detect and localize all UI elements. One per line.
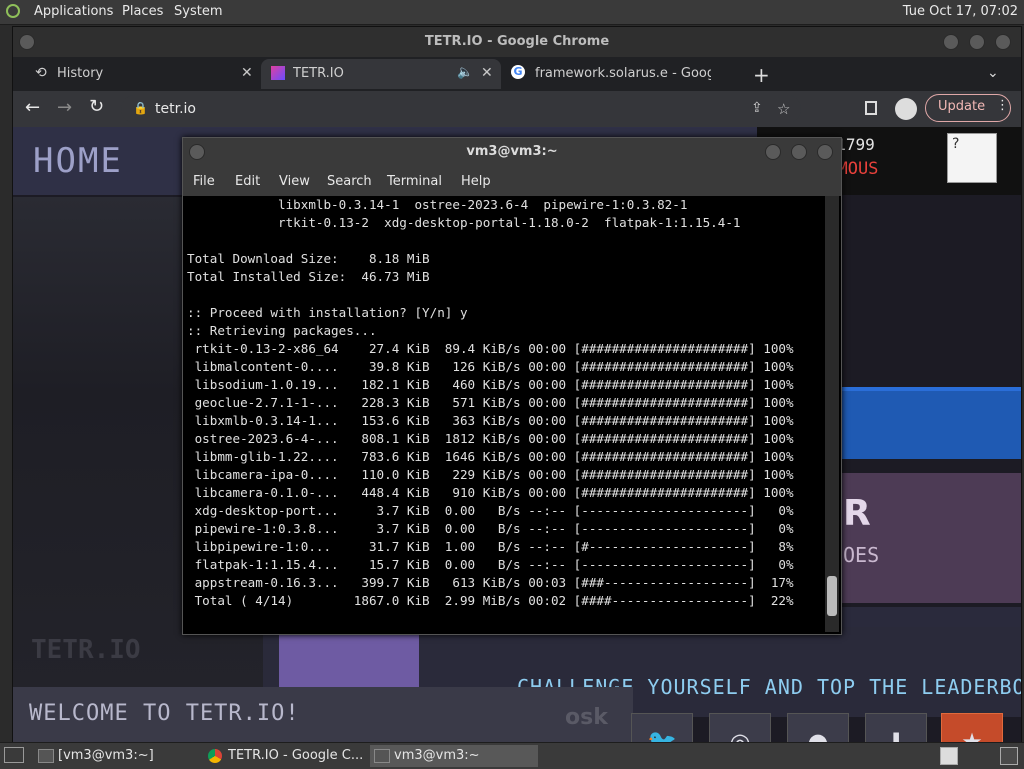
star-button[interactable]: ★ bbox=[941, 713, 1003, 743]
forward-arrow-icon[interactable]: → bbox=[57, 97, 72, 118]
avatar[interactable]: ? bbox=[947, 133, 997, 183]
welcome-text: WELCOME TO TETR.IO! bbox=[29, 701, 300, 726]
terminal-output[interactable]: libxmlb-0.3.14-1 ostree-2023.6-4 pipewir… bbox=[185, 196, 823, 632]
tetrio-logo: TETR.IO bbox=[31, 635, 141, 665]
back-arrow-icon[interactable]: ← bbox=[25, 97, 40, 118]
omnibox[interactable]: 🔒 tetr.io ☆ ⇪ bbox=[121, 95, 801, 123]
tile-text: OES bbox=[843, 543, 880, 567]
reload-icon[interactable]: ↻ bbox=[89, 96, 104, 117]
tab-label: TETR.IO bbox=[293, 66, 344, 81]
tab-framework[interactable]: G framework.solarus.e - Google bbox=[503, 59, 743, 89]
share-icon[interactable]: ⇪ bbox=[751, 100, 763, 116]
system-menu[interactable]: System bbox=[174, 4, 222, 19]
terminal-text: libxmlb-0.3.14-1 ostree-2023.6-4 pipewir… bbox=[187, 197, 794, 608]
minimize-button[interactable] bbox=[765, 144, 781, 160]
close-window-button[interactable] bbox=[817, 144, 833, 160]
bottom-taskbar: [vm3@vm3:~] TETR.IO - Google C... vm3@vm… bbox=[0, 742, 1024, 769]
task-label: [vm3@vm3:~] bbox=[58, 748, 154, 763]
welcome-bar: WELCOME TO TETR.IO! bbox=[13, 687, 633, 743]
new-tab-button[interactable]: + bbox=[753, 63, 770, 87]
menu-help[interactable]: Help bbox=[461, 174, 491, 189]
star-bookmark-icon[interactable]: ☆ bbox=[777, 100, 790, 118]
lock-icon[interactable]: 🔒 bbox=[133, 101, 148, 115]
more-menu-icon[interactable]: ⋮ bbox=[996, 98, 1009, 113]
tab-tetrio[interactable]: TETR.IO 🔈 ✕ bbox=[261, 59, 501, 89]
task-label: TETR.IO - Google C... bbox=[228, 748, 364, 763]
profile-avatar-icon[interactable] bbox=[895, 98, 917, 120]
solo-logo-shape bbox=[279, 627, 419, 687]
star-icon: ★ bbox=[961, 728, 983, 743]
chrome-toolbar: ← → ↻ 🔒 tetr.io ☆ ⇪ Update ⋮ bbox=[13, 91, 1021, 127]
download-button[interactable]: ⬇ bbox=[865, 713, 927, 743]
clock[interactable]: Tue Oct 17, 07:02 bbox=[903, 4, 1018, 19]
tab-label: framework.solarus.e - Google bbox=[535, 66, 711, 81]
menu-edit[interactable]: Edit bbox=[235, 174, 260, 189]
tab-label: History bbox=[57, 66, 104, 81]
top-panel: Applications Places System Tue Oct 17, 0… bbox=[0, 0, 1024, 25]
side-panel-icon[interactable] bbox=[865, 101, 877, 115]
places-menu[interactable]: Places bbox=[122, 4, 163, 19]
github-icon: ● bbox=[807, 728, 829, 743]
chrome-titlebar[interactable]: TETR.IO - Google Chrome bbox=[13, 27, 1021, 57]
task-chrome[interactable]: TETR.IO - Google C... bbox=[204, 745, 368, 767]
window-title: TETR.IO - Google Chrome bbox=[424, 34, 610, 49]
terminal-titlebar[interactable]: vm3@vm3:~ bbox=[183, 138, 841, 166]
task-terminal-minimized[interactable]: [vm3@vm3:~] bbox=[34, 745, 202, 767]
tab-history[interactable]: ⟲ History ✕ bbox=[21, 59, 257, 89]
speaker-icon[interactable]: 🔈 bbox=[457, 65, 473, 80]
google-favicon: G bbox=[511, 65, 525, 79]
menu-tile-blue[interactable] bbox=[833, 387, 1021, 459]
applications-menu[interactable]: Applications bbox=[34, 4, 113, 19]
github-button[interactable]: ● bbox=[787, 713, 849, 743]
menu-terminal[interactable]: Terminal bbox=[387, 174, 442, 189]
show-desktop-icon[interactable] bbox=[4, 747, 24, 763]
workspace-1[interactable] bbox=[940, 747, 958, 765]
url-text[interactable]: tetr.io bbox=[155, 101, 196, 117]
task-label: vm3@vm3:~ bbox=[394, 748, 480, 763]
discord-button[interactable]: ◎ bbox=[709, 713, 771, 743]
tab-strip: ⟲ History ✕ TETR.IO 🔈 ✕ G framework.sola… bbox=[13, 57, 1021, 91]
maximize-button[interactable] bbox=[969, 34, 985, 50]
close-window-button[interactable] bbox=[995, 34, 1011, 50]
chrome-icon bbox=[208, 749, 222, 763]
history-icon: ⟲ bbox=[35, 65, 47, 81]
maximize-button[interactable] bbox=[791, 144, 807, 160]
terminal-scrollbar[interactable] bbox=[825, 196, 839, 632]
terminal-title: vm3@vm3:~ bbox=[466, 144, 558, 159]
page-title: HOME bbox=[33, 141, 123, 181]
download-icon: ⬇ bbox=[885, 728, 907, 743]
close-icon[interactable]: ✕ bbox=[481, 65, 493, 81]
tetrio-favicon bbox=[271, 66, 285, 80]
menu-file[interactable]: File bbox=[193, 174, 215, 189]
tab-search-chevron-icon[interactable]: ⌄ bbox=[987, 65, 999, 81]
task-terminal-active[interactable]: vm3@vm3:~ bbox=[370, 745, 538, 767]
close-icon[interactable]: ✕ bbox=[241, 65, 253, 81]
workspace-2[interactable] bbox=[1000, 747, 1018, 765]
update-label: Update bbox=[938, 99, 986, 114]
menu-search[interactable]: Search bbox=[327, 174, 372, 189]
minimize-button[interactable] bbox=[943, 34, 959, 50]
terminal-menubar: File Edit View Search Terminal Help bbox=[183, 166, 841, 196]
tile-letter: R bbox=[843, 493, 871, 534]
system-logo-icon[interactable] bbox=[6, 4, 20, 18]
menu-view[interactable]: View bbox=[279, 174, 310, 189]
osk-button[interactable]: osk bbox=[565, 705, 608, 730]
terminal-icon bbox=[374, 749, 390, 763]
update-button[interactable]: Update ⋮ bbox=[925, 94, 1011, 122]
twitter-button[interactable]: 🐦 bbox=[631, 713, 693, 743]
terminal-window: vm3@vm3:~ File Edit View Search Terminal… bbox=[182, 137, 842, 635]
scrollbar-thumb[interactable] bbox=[827, 576, 837, 616]
terminal-icon bbox=[38, 749, 54, 763]
twitter-icon: 🐦 bbox=[647, 728, 677, 743]
question-mark-icon: ? bbox=[952, 136, 960, 152]
menu-tile-purple[interactable]: R OES bbox=[833, 473, 1021, 603]
discord-icon: ◎ bbox=[729, 728, 751, 743]
